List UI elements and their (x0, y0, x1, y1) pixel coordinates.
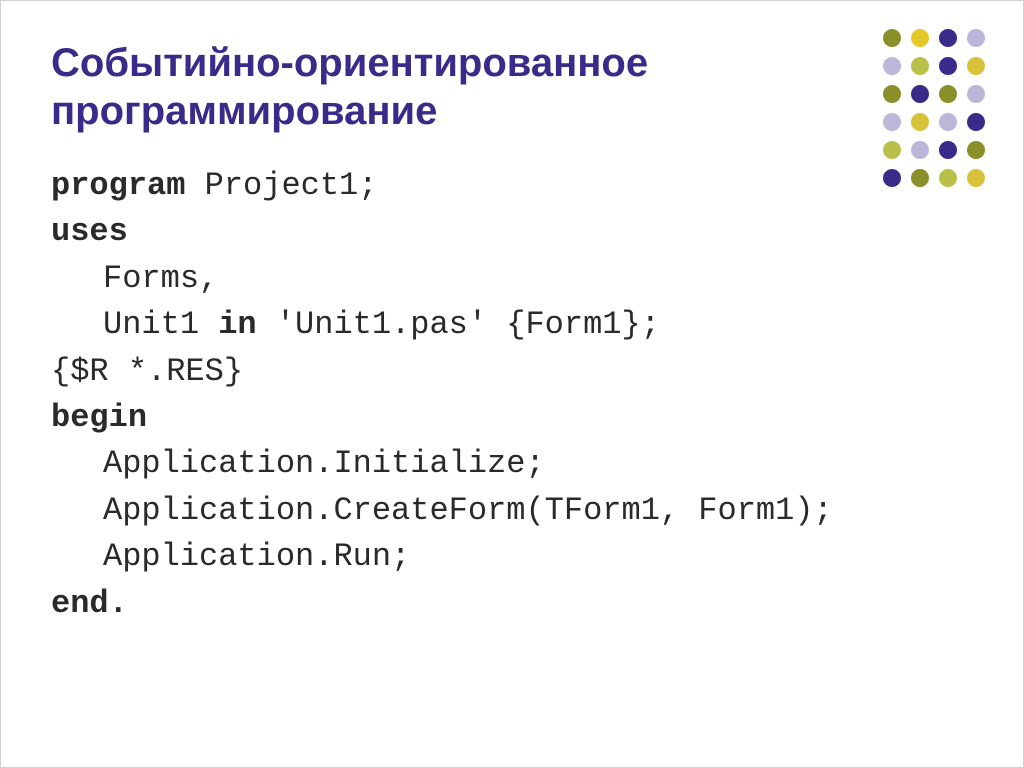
dot-icon (883, 29, 901, 47)
code-line: {$R *.RES} (51, 349, 973, 395)
dot-icon (939, 113, 957, 131)
code-keyword: begin (51, 395, 973, 441)
code-line: Application.CreateForm(TForm1, Form1); (51, 488, 973, 534)
code-keyword: in (218, 306, 256, 343)
dot-icon (911, 141, 929, 159)
dot-icon (939, 141, 957, 159)
dot-icon (883, 169, 901, 187)
code-keyword: end. (51, 581, 973, 627)
slide-title: Событийно-ориентированное программирован… (51, 39, 801, 135)
dot-icon (967, 141, 985, 159)
dot-icon (967, 29, 985, 47)
dot-icon (883, 141, 901, 159)
dot-icon (967, 57, 985, 75)
dot-icon (883, 85, 901, 103)
dot-icon (939, 29, 957, 47)
code-text: 'Unit1.pas' {Form1}; (257, 306, 660, 343)
code-keyword: uses (51, 209, 973, 255)
code-keyword: program (51, 167, 185, 204)
code-text: Unit1 (103, 306, 218, 343)
dot-icon (967, 85, 985, 103)
dot-icon (911, 85, 929, 103)
dot-icon (883, 57, 901, 75)
code-line: Unit1 in 'Unit1.pas' {Form1}; (51, 302, 973, 348)
dot-icon (939, 169, 957, 187)
slide: Событийно-ориентированное программирован… (0, 0, 1024, 768)
dot-icon (967, 113, 985, 131)
dot-icon (967, 169, 985, 187)
dot-icon (911, 29, 929, 47)
dot-icon (911, 113, 929, 131)
code-block: program Project1; uses Forms, Unit1 in '… (51, 163, 973, 627)
dot-icon (883, 113, 901, 131)
code-text: Project1; (185, 167, 377, 204)
dot-icon (939, 57, 957, 75)
dot-icon (939, 85, 957, 103)
code-line: program Project1; (51, 163, 973, 209)
code-line: Application.Initialize; (51, 441, 973, 487)
decorative-dot-grid (883, 29, 989, 191)
code-line: Forms, (51, 256, 973, 302)
dot-icon (911, 169, 929, 187)
dot-icon (911, 57, 929, 75)
code-line: Application.Run; (51, 534, 973, 580)
